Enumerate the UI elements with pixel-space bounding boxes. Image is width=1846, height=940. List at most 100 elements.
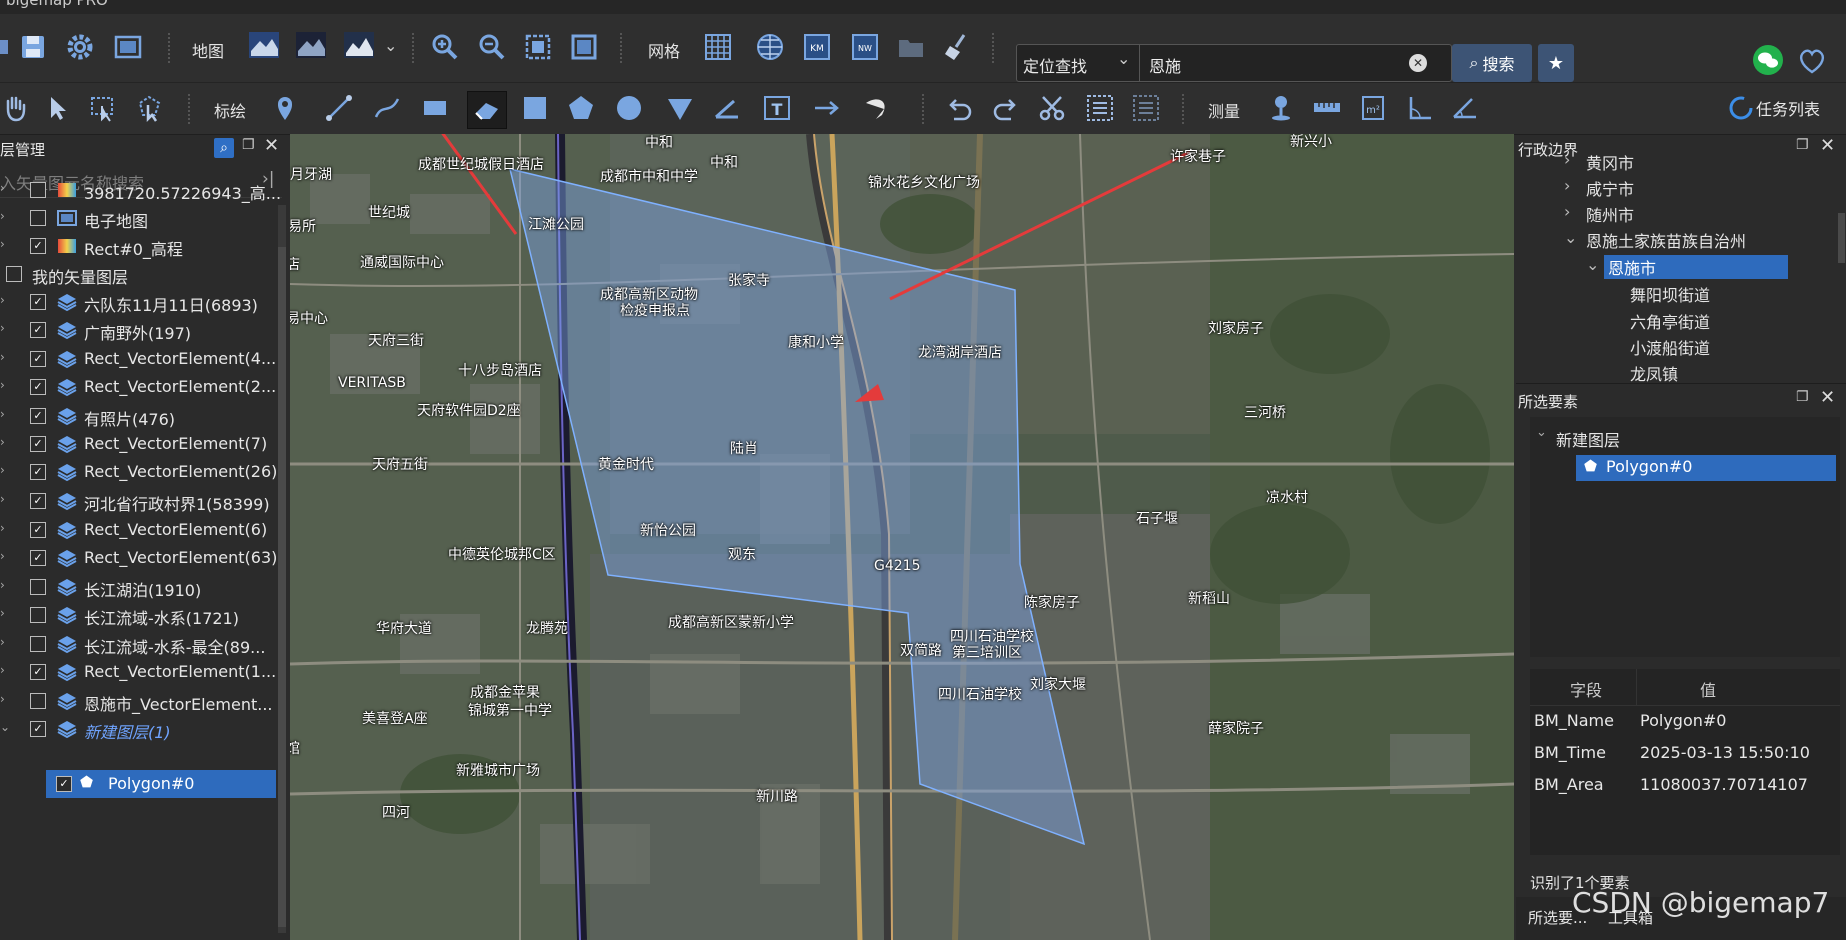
attribute-table-button[interactable]	[1085, 93, 1115, 123]
circle-tool[interactable]	[614, 93, 644, 123]
polygon-tool[interactable]	[566, 93, 596, 123]
eraser-tool[interactable]	[467, 91, 507, 129]
wechat-button[interactable]	[1752, 44, 1784, 76]
admin-tree-item[interactable]: 六角亭街道	[1516, 309, 1836, 333]
search-type-select[interactable]: 定位查找	[1023, 53, 1087, 77]
chevron-right-icon[interactable]: ›	[0, 635, 12, 649]
close-icon[interactable]: ✕	[264, 135, 279, 156]
measure-angle-tool[interactable]	[1405, 93, 1435, 123]
map-source-2-button[interactable]	[295, 29, 327, 61]
marker-tool[interactable]	[270, 93, 300, 123]
layer-checkbox[interactable]: ✓	[30, 664, 46, 680]
chevron-right-icon[interactable]: ›	[0, 237, 12, 251]
settings-button[interactable]	[65, 32, 95, 62]
line-tool[interactable]	[324, 93, 354, 123]
layer-checkbox[interactable]	[30, 182, 46, 198]
layer-tree-item[interactable]: › ✓ Rect_VectorElement(2...	[0, 371, 278, 403]
undo-button[interactable]	[944, 93, 974, 123]
chevron-right-icon[interactable]: ›	[0, 578, 12, 592]
layer-checkbox[interactable]: ✓	[30, 408, 46, 424]
layer-checkbox[interactable]	[30, 579, 46, 595]
map-view[interactable]: 月牙湖 成都世纪城假日酒店 成都市中和中学 中和 中和 锦水花乡文化广场 许家巷子 新兴小 世纪…	[290, 134, 1514, 940]
arrow-tool[interactable]	[812, 93, 842, 123]
polygon-select-tool[interactable]	[134, 93, 164, 123]
chevron-right-icon[interactable]: ›	[0, 181, 12, 195]
layer-checkbox[interactable]: ✓	[30, 550, 46, 566]
map-source-1-button[interactable]	[248, 29, 280, 61]
select-tool[interactable]	[42, 93, 72, 123]
km-grid-button[interactable]: KM	[802, 32, 832, 62]
scrollbar[interactable]	[278, 205, 286, 933]
task-list-button[interactable]: 任务列表	[1728, 95, 1820, 121]
rect-select-tool[interactable]	[88, 93, 118, 123]
map-label[interactable]: 地图	[192, 38, 224, 62]
layer-tree-item[interactable]: › ✓ Rect_VectorElement(1...	[0, 656, 278, 688]
chevron-right-icon[interactable]: ⌄	[0, 720, 12, 734]
chevron-down-icon[interactable]: ⌄	[1117, 49, 1130, 68]
polygon-shape[interactable]	[508, 167, 1086, 846]
admin-tree-item[interactable]: ⌄ 恩施市	[1516, 255, 1836, 279]
scrollbar-thumb[interactable]	[1838, 213, 1845, 263]
layer-checkbox[interactable]	[30, 636, 46, 652]
admin-tree-item[interactable]: › 随州市	[1516, 202, 1836, 226]
admin-tree-item[interactable]: 龙凤镇	[1516, 361, 1836, 385]
layer-checkbox[interactable]: ✓	[30, 721, 46, 737]
layer-tree-item[interactable]: › ✓ 河北省行政村界1(58399)	[0, 485, 278, 517]
curved-arrow-tool[interactable]	[862, 93, 892, 123]
chevron-right-icon[interactable]: ›	[1564, 176, 1570, 195]
selected-layer-name[interactable]: 新建图层	[1556, 427, 1620, 451]
clear-button[interactable]	[942, 32, 972, 62]
chevron-right-icon[interactable]: ›	[0, 350, 12, 364]
layer-checkbox[interactable]: ✓	[30, 464, 46, 480]
utm-grid-button[interactable]	[755, 32, 785, 62]
table-row[interactable]: BM_Name Polygon#0	[1530, 707, 1840, 737]
layer-tree-item[interactable]: ⌄ ✓ 新建图层(1)	[0, 713, 278, 745]
map-source-3-button[interactable]	[343, 29, 375, 61]
layer-tree-child-polygon[interactable]: ✓ ⬟ Polygon#0	[46, 770, 276, 798]
tile-folder-button[interactable]	[896, 32, 926, 62]
layer-checkbox[interactable]: ✓	[30, 322, 46, 338]
layer-tree-item[interactable]: › ✓ Rect_VectorElement(26)	[0, 456, 278, 488]
chevron-right-icon[interactable]: ›	[0, 209, 12, 223]
layer-checkbox[interactable]	[6, 266, 22, 282]
chevron-right-icon[interactable]: ›	[1564, 150, 1570, 169]
favorite-button[interactable]: ★	[1538, 44, 1574, 82]
search-input[interactable]: 恩施	[1149, 53, 1181, 77]
save-button[interactable]	[18, 32, 48, 62]
draw-label[interactable]: 标绘	[214, 98, 246, 122]
chevron-right-icon[interactable]: ›	[0, 492, 12, 506]
admin-tree-item[interactable]: › 黄冈市	[1516, 150, 1836, 174]
admin-tree-item[interactable]: › 咸宁市	[1516, 176, 1836, 200]
chevron-right-icon[interactable]: ›	[0, 663, 12, 677]
chevron-right-icon[interactable]: ›	[0, 407, 12, 421]
layer-tree-item[interactable]: › ✓ 广南野外(197)	[0, 314, 278, 346]
measure-point-tool[interactable]	[1266, 93, 1296, 123]
chevron-down-icon[interactable]: ⌄	[1586, 255, 1599, 274]
screenshot-button[interactable]	[113, 32, 143, 62]
layer-checkbox[interactable]: ✓	[30, 379, 46, 395]
layer-tree-item[interactable]: › 长江流域-水系(1721)	[0, 599, 278, 631]
layer-checkbox[interactable]: ✓	[30, 238, 46, 254]
measure-area-tool[interactable]: m²	[1358, 93, 1388, 123]
layer-checkbox[interactable]: ✓	[30, 436, 46, 452]
map-sheet-grid-button[interactable]: NW	[850, 32, 880, 62]
cut-button[interactable]	[1037, 93, 1067, 123]
rectangle-tool[interactable]	[420, 93, 450, 123]
layer-checkbox[interactable]	[30, 693, 46, 709]
chevron-right-icon[interactable]: ›	[0, 293, 12, 307]
layer-checkbox[interactable]: ✓	[30, 294, 46, 310]
measure-label[interactable]: 测量	[1208, 98, 1240, 122]
measure-distance-tool[interactable]	[1312, 93, 1342, 123]
float-window-icon[interactable]: ❐	[1796, 389, 1809, 405]
chevron-right-icon[interactable]: ›	[1564, 202, 1570, 221]
chevron-right-icon[interactable]: ›	[0, 692, 12, 706]
layer-checkbox[interactable]: ✓	[30, 493, 46, 509]
zoom-in-button[interactable]	[430, 32, 460, 62]
polygon-overlay[interactable]	[290, 134, 1514, 940]
zoom-extent-button[interactable]	[523, 32, 553, 62]
redo-button[interactable]	[991, 93, 1021, 123]
admin-tree-item[interactable]: 舞阳坝街道	[1516, 282, 1836, 306]
angle-tool[interactable]	[712, 93, 742, 123]
selected-feature-item[interactable]: ⬟ Polygon#0	[1576, 455, 1836, 481]
attribute-list-button[interactable]	[1131, 93, 1161, 123]
